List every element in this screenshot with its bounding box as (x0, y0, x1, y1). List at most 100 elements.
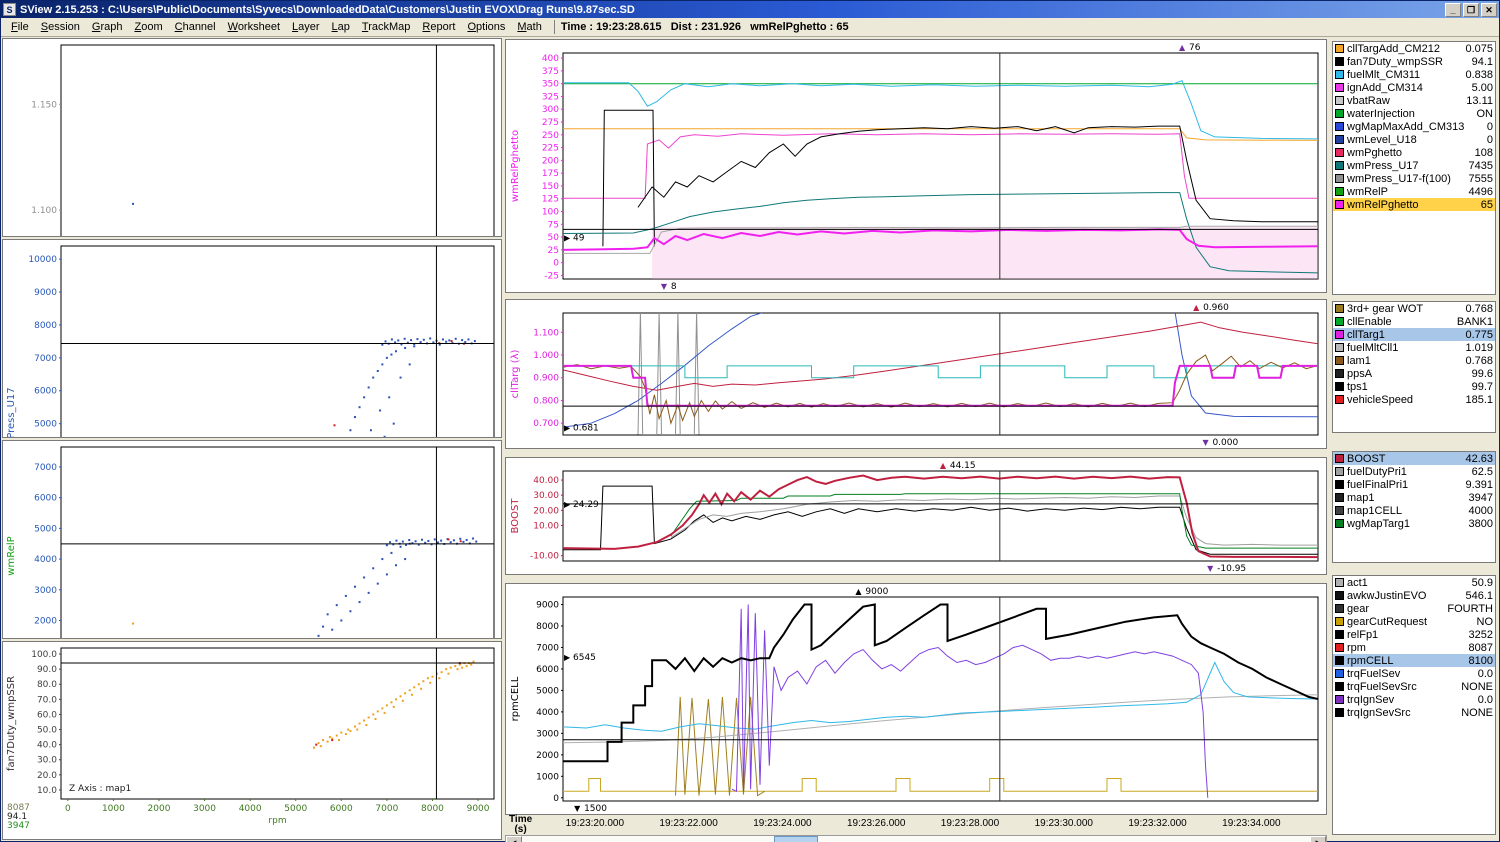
menu-worksheet[interactable]: Worksheet (222, 20, 286, 34)
menu-session[interactable]: Session (35, 20, 86, 34)
menu-trackmap[interactable]: TrackMap (356, 20, 417, 34)
channel-value: 0.838 (1465, 69, 1493, 81)
svg-text:50.0: 50.0 (37, 726, 57, 736)
svg-text:fan7Duty_wmpSSR: fan7Duty_wmpSSR (6, 676, 17, 771)
channel-row-trqFuelSevSrc[interactable]: trqFuelSevSrcNONE (1333, 680, 1495, 693)
channel-color-swatch (1335, 174, 1344, 183)
channel-row-wmRelPghetto[interactable]: wmRelPghetto65 (1333, 198, 1495, 211)
scatter-plot-wmRelP[interactable]: wmRelP7000600050004000300020001000010002… (2, 440, 502, 639)
channel-name: BOOST (1347, 453, 1462, 465)
scroll-right-arrow-icon[interactable]: ► (1310, 836, 1326, 842)
channel-row-tps1[interactable]: tps199.7 (1333, 380, 1495, 393)
channel-row-trqIgnSevSrc[interactable]: trqIgnSevSrcNONE (1333, 706, 1495, 719)
svg-text:2000: 2000 (536, 751, 559, 761)
horizontal-scrollbar[interactable]: ◄ ► (505, 835, 1327, 842)
strip-chart-BOOST[interactable]: BOOST40.0030.0020.0010.00-10.00▲44.15▶24… (505, 457, 1327, 575)
channel-row-3rd+ gear WOT[interactable]: 3rd+ gear WOT0.768 (1333, 302, 1495, 315)
channel-row-map1[interactable]: map13947 (1333, 491, 1495, 504)
channel-row-vehicleSpeed[interactable]: vehicleSpeed185.1 (1333, 393, 1495, 406)
menu-math[interactable]: Math (511, 20, 547, 34)
channel-row-BOOST[interactable]: BOOST42.63 (1333, 452, 1495, 465)
scatter-plot-fuelMltCll1[interactable]: fuelMltCll11.1501.1001.0501.0000.9500.90… (2, 38, 502, 237)
strip-chart-wmRelPghetto[interactable]: wmRelPghetto4003753503253002752502252001… (505, 39, 1327, 293)
channel-row-lam1[interactable]: lam10.768 (1333, 354, 1495, 367)
channel-row-trqIgnSev[interactable]: trqIgnSev0.0 (1333, 693, 1495, 706)
menu-options[interactable]: Options (461, 20, 511, 34)
channel-name: gear (1347, 603, 1444, 615)
menu-report[interactable]: Report (416, 20, 461, 34)
scatter-plot-wmPress_U17[interactable]: wmPress_U1710000900080007000600050004000… (2, 239, 502, 438)
channel-row-fuelDutyPri1[interactable]: fuelDutyPri162.5 (1333, 465, 1495, 478)
svg-text:▼: ▼ (661, 282, 668, 291)
channel-row-wgMapTarg1[interactable]: wgMapTarg13800 (1333, 517, 1495, 530)
channel-row-gear[interactable]: gearFOURTH (1333, 602, 1495, 615)
channel-value: 8100 (1469, 655, 1493, 667)
channel-row-fuelMlt_CM311[interactable]: fuelMlt_CM3110.838 (1333, 68, 1495, 81)
channel-row-map1CELL[interactable]: map1CELL4000 (1333, 504, 1495, 517)
svg-text:cllTarg (λ): cllTarg (λ) (510, 349, 521, 398)
scrollbar-track[interactable] (522, 836, 1310, 842)
time-tick-label: 19:23:22.000 (659, 818, 717, 829)
menu-channel[interactable]: Channel (169, 20, 222, 34)
channel-row-wmPress_U17-f(100)[interactable]: wmPress_U17-f(100)7555 (1333, 172, 1495, 185)
channel-row-wgMapMaxAdd_CM313[interactable]: wgMapMaxAdd_CM3130 (1333, 120, 1495, 133)
menu-graph[interactable]: Graph (86, 20, 129, 34)
scroll-left-arrow-icon[interactable]: ◄ (506, 836, 522, 842)
channel-row-wmPress_U17[interactable]: wmPress_U177435 (1333, 159, 1495, 172)
close-button[interactable]: ✕ (1481, 3, 1497, 17)
svg-text:▼: ▼ (1207, 564, 1214, 573)
svg-text:9000: 9000 (865, 587, 888, 597)
menu-file[interactable]: File (5, 20, 35, 34)
channel-value: 99.6 (1472, 368, 1493, 380)
svg-text:75: 75 (548, 220, 559, 230)
menu-layer[interactable]: Layer (286, 20, 326, 34)
channel-row-fuelFinalPri1[interactable]: fuelFinalPri19.391 (1333, 478, 1495, 491)
title-bar[interactable]: S SView 2.15.253 : C:\Users\Public\Docum… (1, 1, 1499, 18)
strip-chart-cllTarg[interactable]: cllTarg (λ)1.1001.0000.9000.8000.700▲0.9… (505, 299, 1327, 449)
channel-value: 3947 (1469, 492, 1493, 504)
menu-zoom[interactable]: Zoom (128, 20, 168, 34)
channel-row-rpmCELL[interactable]: rpmCELL8100 (1333, 654, 1495, 667)
scrollbar-thumb[interactable] (774, 836, 818, 842)
channel-color-swatch (1335, 467, 1344, 476)
channel-color-swatch (1335, 148, 1344, 157)
channel-row-cllTargAdd_CM212[interactable]: cllTargAdd_CM2120.075 (1333, 42, 1495, 55)
channel-value: 0.768 (1465, 355, 1493, 367)
channel-row-fuelMltCll1[interactable]: fuelMltCll11.019 (1333, 341, 1495, 354)
channel-row-ignAdd_CM314[interactable]: ignAdd_CM3145.00 (1333, 81, 1495, 94)
channel-value: 99.7 (1472, 381, 1493, 393)
channel-row-awkwJustinEVO[interactable]: awkwJustinEVO546.1 (1333, 589, 1495, 602)
channel-row-rpm[interactable]: rpm8087 (1333, 641, 1495, 654)
channel-row-wmLevel_U18[interactable]: wmLevel_U180 (1333, 133, 1495, 146)
channel-row-wmPghetto[interactable]: wmPghetto108 (1333, 146, 1495, 159)
strip-chart-rpmCELL[interactable]: rpmCELL900080007000600050004000300020001… (505, 583, 1327, 815)
channel-row-ppsA[interactable]: ppsA99.6 (1333, 367, 1495, 380)
menu-lap[interactable]: Lap (326, 20, 356, 34)
channel-color-swatch (1335, 643, 1344, 652)
maximize-button[interactable]: ❐ (1463, 3, 1479, 17)
channel-row-gearCutRequest[interactable]: gearCutRequestNO (1333, 615, 1495, 628)
channel-row-relFp1[interactable]: relFp13252 (1333, 628, 1495, 641)
svg-text:▼: ▼ (574, 804, 581, 813)
channel-row-vbatRaw[interactable]: vbatRaw13.11 (1333, 94, 1495, 107)
channel-row-act1[interactable]: act150.9 (1333, 576, 1495, 589)
channel-name: ignAdd_CM314 (1347, 82, 1469, 94)
channel-row-cllTarg1[interactable]: cllTarg10.775 (1333, 328, 1495, 341)
channel-row-wmRelP[interactable]: wmRelP4496 (1333, 185, 1495, 198)
minimize-button[interactable]: _ (1445, 3, 1461, 17)
channel-row-waterInjection[interactable]: waterInjectionON (1333, 107, 1495, 120)
svg-text:wmRelP: wmRelP (6, 536, 17, 575)
svg-text:0.960: 0.960 (1203, 303, 1229, 313)
channel-value: 9.391 (1465, 479, 1493, 491)
channel-name: vbatRaw (1347, 95, 1463, 107)
time-tick-label: 19:23:26.000 (847, 818, 905, 829)
channel-color-swatch (1335, 122, 1344, 131)
channel-row-trqFuelSev[interactable]: trqFuelSev0.0 (1333, 667, 1495, 680)
channel-row-cllEnable[interactable]: cllEnableBANK1 (1333, 315, 1495, 328)
channel-value: ON (1477, 108, 1494, 120)
cursor-status-readout: Time : 19:23:28.615 Dist : 231.926 wmRel… (561, 21, 849, 33)
svg-text:175: 175 (542, 169, 559, 179)
time-axis-label: Time (s) (509, 815, 532, 835)
channel-row-fan7Duty_wmpSSR[interactable]: fan7Duty_wmpSSR94.1 (1333, 55, 1495, 68)
scatter-plot-fan7Duty_wmpSSR[interactable]: fan7Duty_wmpSSR100.090.080.070.060.050.0… (2, 641, 502, 840)
